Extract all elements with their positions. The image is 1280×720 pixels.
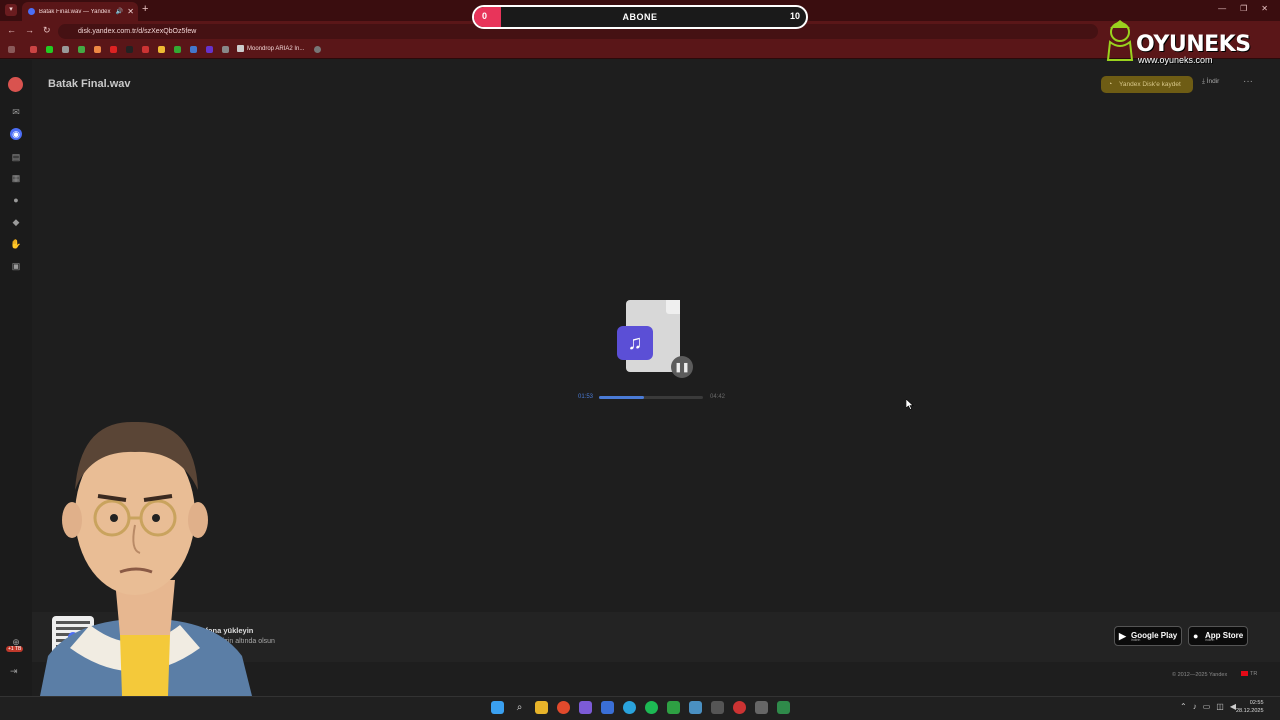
watermark-name: OYUNEKS	[1136, 32, 1251, 57]
oyuneks-watermark: OYUNEKS www.oyuneks.com	[1104, 20, 1264, 68]
user-avatar[interactable]	[8, 77, 23, 92]
subscribe-label: ABONE	[622, 12, 658, 22]
bookmark-icon[interactable]	[190, 46, 197, 53]
app-icon[interactable]	[755, 701, 768, 714]
new-tab-button[interactable]: +	[142, 3, 148, 15]
messenger-icon[interactable]: ●	[10, 194, 22, 206]
storage-icon[interactable]: ▦	[10, 172, 22, 184]
files-icon[interactable]: ▤	[10, 151, 22, 163]
download-button[interactable]: ⤓ İndir	[1202, 78, 1219, 86]
moondrop-favicon-icon	[237, 45, 244, 52]
obs-icon[interactable]	[711, 701, 724, 714]
tab-title: Batak Final.wav — Yandex Disk	[39, 8, 112, 15]
save-to-disk-button[interactable]: ◔ Yandex Disk'e kaydet	[1101, 76, 1193, 93]
music-note-icon: ♫	[617, 326, 653, 360]
pause-button[interactable]: ❚❚	[671, 356, 693, 378]
speaker-icon[interactable]: 🔊	[116, 8, 123, 15]
subscribe-goal-overlay: 0 ABONE 10	[472, 5, 808, 29]
microphone-icon[interactable]: ♪	[1193, 702, 1197, 711]
app-icon[interactable]	[733, 701, 746, 714]
file-title: Batak Final.wav	[48, 78, 131, 90]
steam-icon[interactable]	[689, 701, 702, 714]
app-store-button[interactable]: ● App Store indirin	[1188, 626, 1248, 646]
mascot-logo-icon	[1106, 20, 1134, 61]
reload-icon[interactable]: ↻	[43, 25, 51, 36]
file-explorer-icon[interactable]	[535, 701, 548, 714]
notes-icon[interactable]: ◆	[10, 216, 22, 228]
windows-taskbar	[0, 696, 1280, 720]
bookmark-moondrop[interactable]: Moondrop ARIA2 In...	[237, 45, 304, 52]
tab-search-button[interactable]: ▾	[5, 4, 17, 16]
seek-progress	[599, 396, 644, 399]
bookmark-kick-icon[interactable]	[46, 46, 53, 53]
bookmark-gmail-icon[interactable]	[30, 46, 37, 53]
taskbar-clock[interactable]: 02:55 28.12.2025	[1236, 699, 1264, 715]
clock-date: 28.12.2025	[1236, 708, 1264, 714]
mail-icon[interactable]: ✉	[10, 106, 22, 118]
google-play-sublabel: indirin	[1131, 638, 1141, 642]
google-play-icon: ▶	[1119, 631, 1126, 641]
chrome-icon[interactable]	[557, 701, 570, 714]
tray-chevron-icon[interactable]: ⌃	[1180, 702, 1187, 711]
disk-icon[interactable]: ◉	[10, 128, 22, 140]
subscribe-goal: 10	[789, 11, 800, 21]
bookmark-icon[interactable]	[94, 46, 101, 53]
save-label: Yandex Disk'e kaydet	[1119, 81, 1181, 88]
excel-icon[interactable]	[777, 701, 790, 714]
back-icon[interactable]: ←	[7, 25, 16, 35]
bookmark-icon[interactable]	[222, 46, 229, 53]
watermark-url: www.oyuneks.com	[1138, 55, 1213, 65]
mouse-cursor-icon	[906, 399, 914, 410]
tab-close-icon[interactable]: ✕	[127, 7, 134, 16]
bookmark-icon[interactable]	[174, 46, 181, 53]
browser-tab-active[interactable]: Batak Final.wav — Yandex Disk 🔊 ✕	[22, 2, 138, 21]
logout-icon[interactable]: ⇥	[10, 666, 18, 677]
maximize-button[interactable]: ❐	[1240, 4, 1247, 13]
apps-icon[interactable]	[8, 46, 15, 53]
telemost-icon[interactable]: ✋	[10, 238, 22, 250]
windows-start-icon[interactable]	[491, 701, 504, 714]
apps-grid-icon[interactable]: ▣	[10, 260, 22, 272]
bookmark-icon[interactable]	[206, 46, 213, 53]
close-window-button[interactable]: ✕	[1261, 4, 1268, 13]
streamer-avatar-illustration	[40, 421, 252, 696]
forward-icon[interactable]: →	[25, 25, 34, 35]
window-controls: — ❐ ✕	[1218, 4, 1268, 13]
google-play-button[interactable]: ▶ Google Play indirin	[1114, 626, 1182, 646]
bookmark-icon[interactable]	[62, 46, 69, 53]
language-switch[interactable]: TR	[1241, 671, 1257, 677]
seek-bar[interactable]	[599, 396, 703, 399]
app-icon[interactable]	[667, 701, 680, 714]
bookmark-icon[interactable]	[142, 46, 149, 53]
spotify-icon[interactable]	[645, 701, 658, 714]
system-tray: ⌃ ♪ ▭ ◫ ◀	[1180, 702, 1236, 711]
bookmark-icon[interactable]	[78, 46, 85, 53]
bookmark-folder-icon[interactable]	[158, 46, 165, 53]
telegram-icon[interactable]	[623, 701, 636, 714]
app-store-sublabel: indirin	[1205, 638, 1215, 642]
yandex-disk-favicon-icon	[28, 8, 35, 15]
minimize-button[interactable]: —	[1218, 4, 1226, 13]
download-label: İndir	[1206, 78, 1220, 85]
download-icon: ⤓	[1202, 78, 1205, 85]
total-time: 04:42	[710, 394, 726, 400]
turkey-flag-icon	[1241, 671, 1248, 677]
bookmark-youtube-icon[interactable]	[110, 46, 117, 53]
app-icon[interactable]	[601, 701, 614, 714]
more-options-button[interactable]: ···	[1243, 76, 1253, 87]
bookmark-person-icon[interactable]	[314, 46, 321, 53]
network-icon[interactable]: ◫	[1216, 702, 1224, 711]
bookmark-label: Moondrop ARIA2 In...	[247, 45, 305, 52]
monitor-icon[interactable]: ▭	[1203, 702, 1211, 711]
apple-icon: ●	[1193, 631, 1199, 641]
bookmark-x-icon[interactable]	[126, 46, 133, 53]
storage-badge[interactable]: +1 TB	[6, 646, 24, 652]
app-icon[interactable]	[579, 701, 592, 714]
disk-save-icon: ◔	[1108, 81, 1113, 88]
clock-time: 02:55	[1249, 700, 1264, 706]
search-icon[interactable]: ⌕	[513, 701, 526, 714]
language-label: TR	[1250, 671, 1258, 677]
current-time: 01:53	[578, 394, 594, 400]
copyright: © 2012—2025 Yandex	[1172, 672, 1228, 678]
